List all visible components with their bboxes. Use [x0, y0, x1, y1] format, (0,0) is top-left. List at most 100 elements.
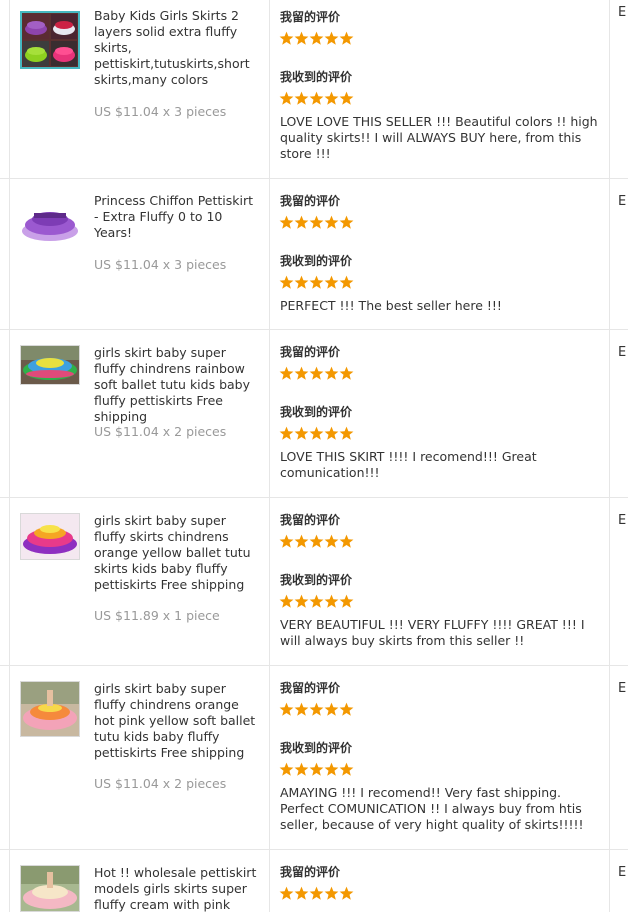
my-review-label: 我留的评价 [280, 10, 341, 24]
star-icon [294, 886, 309, 900]
star-icon [279, 534, 294, 548]
my-review-label: 我留的评价 [280, 513, 341, 527]
truncated-column-text: E [618, 5, 627, 20]
received-rating-stars [279, 275, 354, 289]
product-title[interactable]: girls skirt baby super fluffy skirts chi… [94, 513, 260, 593]
my-rating-stars [279, 886, 354, 900]
star-icon [324, 426, 339, 440]
product-title[interactable]: Princess Chiffon Pettiskirt - Extra Fluf… [94, 193, 260, 241]
product-thumbnail[interactable] [20, 513, 80, 560]
star-icon [294, 702, 309, 716]
star-icon [324, 366, 339, 380]
star-icon [279, 366, 294, 380]
my-rating-stars [279, 215, 354, 229]
order-row: girls skirt baby super fluffy chindrens … [0, 665, 628, 850]
star-icon [309, 886, 324, 900]
star-icon [294, 594, 309, 608]
star-icon [324, 762, 339, 776]
star-icon [309, 702, 324, 716]
star-icon [339, 275, 354, 289]
received-review-label: 我收到的评价 [280, 405, 353, 419]
product-price: US $11.04 x 3 pieces [94, 257, 227, 272]
star-icon [324, 31, 339, 45]
star-icon [309, 534, 324, 548]
received-rating-stars [279, 762, 354, 776]
product-price: US $11.04 x 2 pieces [94, 776, 227, 791]
buyer-comment: LOVE THIS SKIRT !!!! I recomend!!! Great… [280, 449, 537, 480]
my-review-label: 我留的评价 [280, 865, 341, 879]
product-price: US $11.04 x 3 pieces [94, 104, 227, 119]
star-icon [339, 91, 354, 105]
product-title[interactable]: Hot !! wholesale pettiskirt models girls… [94, 865, 260, 912]
product-thumbnail[interactable] [20, 681, 80, 737]
star-icon [339, 762, 354, 776]
star-icon [339, 426, 354, 440]
star-icon [324, 594, 339, 608]
product-thumbnail[interactable] [20, 345, 80, 385]
star-icon [279, 215, 294, 229]
star-icon [309, 762, 324, 776]
order-row: Hot !! wholesale pettiskirt models girls… [0, 849, 628, 912]
star-icon [279, 275, 294, 289]
star-icon [294, 426, 309, 440]
received-rating-stars [279, 426, 354, 440]
star-icon [324, 275, 339, 289]
my-rating-stars [279, 534, 354, 548]
truncated-column-text: E [618, 194, 627, 209]
star-icon [309, 594, 324, 608]
received-rating-stars [279, 594, 354, 608]
star-icon [339, 31, 354, 45]
star-icon [324, 534, 339, 548]
star-icon [279, 31, 294, 45]
buyer-comment: AMAYING !!! I recomend!! Very fast shipp… [280, 785, 584, 832]
order-row: Princess Chiffon Pettiskirt - Extra Fluf… [0, 178, 628, 330]
star-icon [309, 426, 324, 440]
order-row: girls skirt baby super fluffy chindrens … [0, 329, 628, 498]
orders-feedback-list: Baby Kids Girls Skirts 2 layers solid ex… [0, 0, 628, 912]
buyer-comment: VERY BEAUTIFUL !!! VERY FLUFFY !!!! GREA… [280, 617, 585, 648]
my-review-label: 我留的评价 [280, 681, 341, 695]
product-title[interactable]: girls skirt baby super fluffy chindrens … [94, 681, 260, 761]
product-title[interactable]: girls skirt baby super fluffy chindrens … [94, 345, 260, 425]
star-icon [279, 594, 294, 608]
star-icon [294, 275, 309, 289]
star-icon [279, 426, 294, 440]
star-icon [279, 702, 294, 716]
my-review-label: 我留的评价 [280, 194, 341, 208]
star-icon [339, 215, 354, 229]
product-price: US $11.04 x 2 pieces [94, 424, 227, 439]
star-icon [339, 886, 354, 900]
star-icon [294, 91, 309, 105]
star-icon [324, 215, 339, 229]
star-icon [324, 702, 339, 716]
order-row: Baby Kids Girls Skirts 2 layers solid ex… [0, 0, 628, 179]
received-review-label: 我收到的评价 [280, 254, 353, 268]
star-icon [279, 762, 294, 776]
star-icon [309, 215, 324, 229]
star-icon [324, 91, 339, 105]
product-thumbnail[interactable] [20, 195, 80, 249]
received-rating-stars [279, 91, 354, 105]
star-icon [309, 91, 324, 105]
star-icon [339, 366, 354, 380]
star-icon [324, 886, 339, 900]
star-icon [294, 31, 309, 45]
star-icon [309, 31, 324, 45]
my-rating-stars [279, 702, 354, 716]
product-thumbnail[interactable] [20, 11, 80, 69]
buyer-comment: LOVE LOVE THIS SELLER !!! Beautiful colo… [280, 114, 598, 161]
star-icon [309, 275, 324, 289]
star-icon [339, 534, 354, 548]
buyer-comment: PERFECT !!! The best seller here !!! [280, 298, 502, 313]
product-thumbnail[interactable] [20, 865, 80, 912]
star-icon [294, 215, 309, 229]
my-rating-stars [279, 31, 354, 45]
my-review-label: 我留的评价 [280, 345, 341, 359]
product-title[interactable]: Baby Kids Girls Skirts 2 layers solid ex… [94, 8, 260, 88]
star-icon [294, 762, 309, 776]
truncated-column-text: E [618, 681, 627, 696]
truncated-column-text: E [618, 865, 627, 880]
star-icon [339, 594, 354, 608]
star-icon [309, 366, 324, 380]
received-review-label: 我收到的评价 [280, 70, 353, 84]
